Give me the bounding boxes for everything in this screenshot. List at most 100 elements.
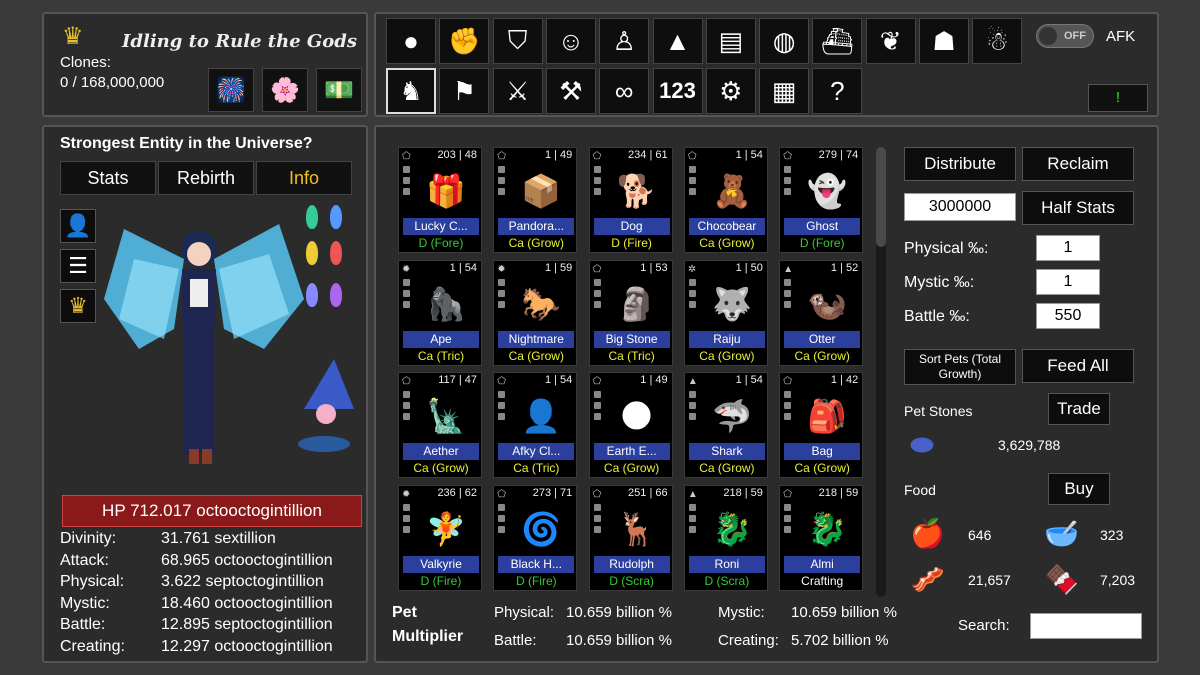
crown-button[interactable]: ♛	[60, 289, 96, 323]
feed-all-button[interactable]: Feed All	[1022, 349, 1134, 383]
gears-button[interactable]: ⚙	[705, 68, 756, 114]
pet-multiplier-line2: Multiplier	[392, 628, 464, 645]
pet-card[interactable]: ⬠ 1 | 42 🎒 Bag Ca (Grow)	[779, 372, 864, 478]
crossed-swords-button[interactable]: ⚔	[492, 68, 543, 114]
slime-button[interactable]: ☺	[545, 18, 596, 64]
pet-card[interactable]: ⬠ 251 | 66 🦌 Rudolph D (Scra)	[588, 484, 673, 591]
help-button[interactable]: ?	[812, 68, 863, 114]
pet-card[interactable]: ▲ 218 | 59 🐉 Roni D (Scra)	[683, 484, 768, 591]
stat-value: 68.965 octooctogintillion	[161, 551, 333, 569]
pet-card[interactable]: ⬠ 1 | 54 👤 Afky Cl... Ca (Tric)	[493, 372, 578, 478]
pet-card[interactable]: ⬠ 1 | 54 🧸 Chocobear Ca (Grow)	[683, 147, 768, 253]
element-icon: ⬠	[783, 376, 792, 387]
amount-input[interactable]: 3000000	[904, 193, 1016, 221]
pet-image: 🦦	[807, 285, 848, 322]
menu-button[interactable]: ☰	[60, 249, 96, 283]
alert-button[interactable]: !	[1088, 84, 1148, 112]
reclaim-button[interactable]: Reclaim	[1022, 147, 1134, 181]
ship-button[interactable]: ⛴	[812, 18, 863, 64]
scroll-map-button[interactable]: ▤	[705, 18, 756, 64]
money-button[interactable]: 💵	[316, 68, 362, 112]
pet-level: 203 | 48	[437, 149, 477, 161]
scroll-thumb[interactable]	[876, 147, 886, 247]
fist-button[interactable]: ✊	[439, 18, 490, 64]
equipment-icons	[498, 278, 506, 315]
pet-card[interactable]: ✹ 1 | 59 🐎 Nightmare Ca (Grow)	[493, 259, 578, 366]
element-icon: ⬠	[402, 376, 411, 387]
search-input[interactable]	[1030, 613, 1142, 639]
pet-class: Ca (Grow)	[794, 461, 850, 475]
pet-card[interactable]: ⬠ 218 | 59 🐉 Almi Crafting	[779, 484, 864, 591]
element-icon: ⬠	[592, 263, 602, 275]
aura-man-button[interactable]: ♙	[599, 18, 650, 64]
bird-button[interactable]: ☃	[972, 18, 1023, 64]
pet-image: 🐕	[616, 173, 657, 209]
pet-scrollbar[interactable]	[876, 147, 886, 597]
pet-card[interactable]: ⬠ 273 | 71 🌀 Black H... D (Fire)	[493, 484, 578, 591]
physical-permille-label: Physical ‰:	[904, 240, 989, 257]
pet-card[interactable]: ⬠ 234 | 61 🐕 Dog D (Fire)	[588, 147, 673, 253]
profile-button[interactable]: 👤	[60, 209, 96, 243]
pet-name: Earth E...	[593, 443, 670, 460]
book-button[interactable]: ▦	[759, 68, 810, 114]
afk-toggle[interactable]: OFF	[1036, 24, 1094, 48]
tab-rebirth[interactable]: Rebirth	[158, 161, 254, 195]
shield-button[interactable]: ⛉	[492, 18, 543, 64]
flag-button[interactable]: ⚑	[439, 68, 490, 114]
element-icon: ⬠	[783, 151, 792, 162]
physical-permille-input[interactable]: 1	[1036, 235, 1100, 261]
firework-button[interactable]: 🎆	[208, 68, 254, 112]
equipment-icons	[688, 503, 696, 540]
pet-class: Ca (Grow)	[699, 461, 755, 475]
anvil-button[interactable]: ⚒	[545, 68, 596, 114]
pet-card[interactable]: ▲ 1 | 52 🦦 Otter Ca (Grow)	[779, 259, 864, 366]
trade-button[interactable]: Trade	[1048, 393, 1110, 425]
mult-mystic-label: Mystic:	[718, 604, 765, 621]
pet-card[interactable]: ⬠ 279 | 74 👻 Ghost D (Fore)	[779, 147, 864, 253]
light-orb-button[interactable]: ●	[386, 18, 436, 64]
book-icon: ▦	[771, 75, 797, 106]
distribute-button[interactable]: Distribute	[904, 147, 1016, 181]
light-orb-icon: ●	[403, 25, 419, 56]
cat-button[interactable]: ♞	[386, 68, 436, 114]
pet-card[interactable]: ⬠ 117 | 47 🗽 Aether Ca (Grow)	[398, 372, 482, 478]
planet-button[interactable]: ◍	[759, 18, 810, 64]
equipment-icons	[403, 278, 410, 315]
pet-card[interactable]: ⬠ 1 | 49 🌑 Earth E... Ca (Grow)	[588, 372, 673, 478]
person-icon: 👤	[64, 213, 92, 238]
people-button[interactable]: ☗	[919, 18, 969, 64]
mystic-permille-input[interactable]: 1	[1036, 269, 1100, 295]
pet-stones-icon: ⬬	[910, 429, 934, 460]
lotus-button[interactable]: 🌸	[262, 68, 308, 112]
stat-value: 31.761 sextillion	[161, 530, 276, 547]
pet-multiplier-line1: Pet	[392, 604, 417, 621]
half-stats-button[interactable]: Half Stats	[1022, 191, 1134, 225]
sort-pets-button[interactable]: Sort Pets (Total Growth)	[904, 349, 1016, 385]
bird-icon: ☃	[985, 25, 1009, 56]
element-icon: ⬠	[497, 488, 506, 500]
pet-name: Ape	[403, 330, 479, 348]
infinity-button[interactable]: ∞	[599, 68, 650, 114]
pet-image: 🎒	[807, 398, 848, 434]
pet-card[interactable]: ✲ 1 | 50 🐺 Raiju Ca (Grow)	[683, 259, 768, 366]
shield-icon: ⛉	[507, 25, 528, 55]
pet-card[interactable]: ▲ 1 | 54 🦈 Shark Ca (Grow)	[683, 372, 768, 478]
pyramid-button[interactable]: ▲	[652, 18, 703, 64]
bat-wings-button[interactable]: ❦	[865, 18, 916, 64]
buy-button[interactable]: Buy	[1048, 473, 1110, 505]
pet-card[interactable]: ⬠ 1 | 53 🗿 Big Stone Ca (Tric)	[588, 259, 673, 366]
equipment-icons	[593, 166, 601, 202]
counter-button[interactable]: 123	[652, 68, 703, 114]
pet-image: 🌀	[521, 510, 562, 547]
pet-class: Ca (Grow)	[413, 461, 469, 475]
pet-card[interactable]: ✹ 236 | 62 🧚 Valkyrie D (Fire)	[398, 484, 482, 591]
pet-name: Big Stone	[593, 330, 670, 348]
pet-card[interactable]: ⬠ 203 | 48 🎁 Lucky C... D (Fore)	[398, 147, 482, 253]
tab-stats[interactable]: Stats	[60, 161, 156, 195]
pet-card[interactable]: ⬠ 1 | 49 📦 Pandora... Ca (Grow)	[493, 147, 578, 253]
pet-card[interactable]: ✹ 1 | 54 🦍 Ape Ca (Tric)	[398, 259, 482, 366]
equipment-icons	[593, 391, 601, 427]
battle-permille-input[interactable]: 550	[1036, 303, 1100, 329]
firework-icon: 🎆	[216, 76, 246, 104]
tab-info[interactable]: Info	[256, 161, 352, 195]
